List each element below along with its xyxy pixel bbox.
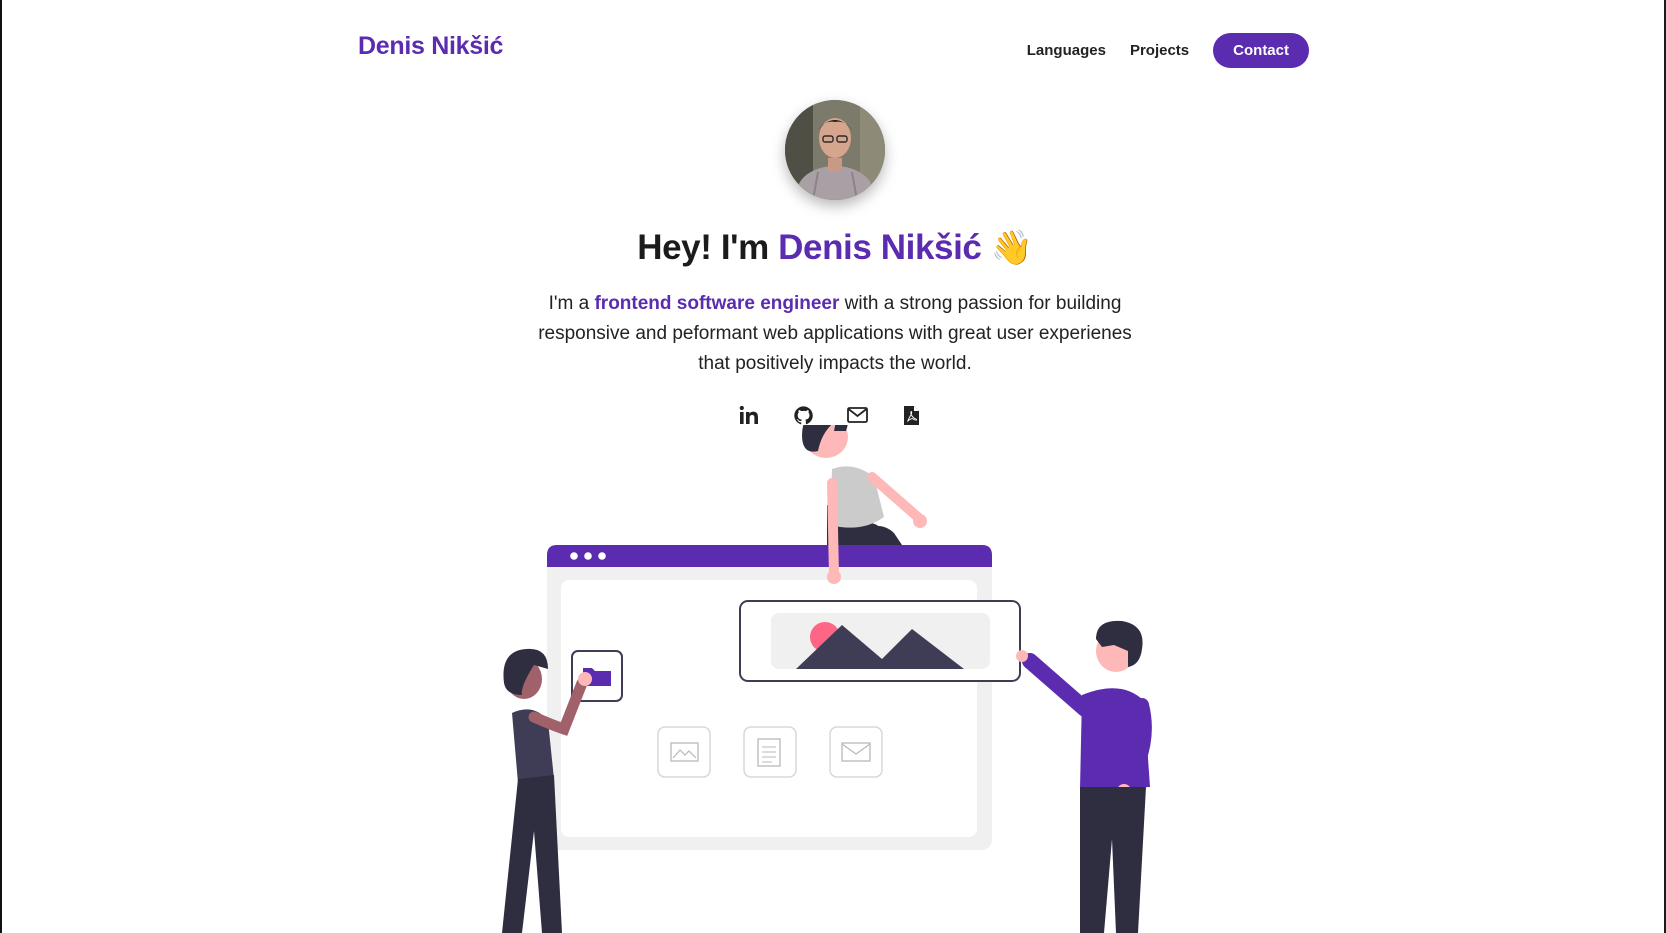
avatar-photo — [785, 100, 885, 200]
social-links — [738, 404, 922, 426]
hero-headline: Hey! I'm Denis Nikšić 👋 — [2, 228, 1666, 268]
wave-emoji: 👋 — [990, 229, 1033, 267]
email-icon[interactable] — [846, 404, 868, 426]
github-icon[interactable] — [792, 404, 814, 426]
bio-highlight: frontend software engineer — [594, 293, 840, 314]
contact-button[interactable]: Contact — [1213, 33, 1309, 68]
page: Denis Nikšić Languages Projects Contact … — [0, 0, 1666, 933]
hero-bio: I'm a frontend software engineer with a … — [535, 289, 1135, 379]
bio-prefix: I'm a — [548, 293, 590, 314]
hero-greeting: Hey! I'm — [637, 228, 769, 267]
brand-logo[interactable]: Denis Nikšić — [358, 32, 503, 61]
nav-link-projects[interactable]: Projects — [1130, 42, 1189, 59]
man-right-figure — [1016, 620, 1152, 933]
nav-link-languages[interactable]: Languages — [1027, 42, 1106, 59]
main-nav: Languages Projects Contact — [1027, 33, 1309, 68]
avatar — [785, 100, 885, 200]
hero-illustration — [502, 425, 1152, 933]
hero-name: Denis Nikšić — [778, 228, 982, 267]
pdf-icon[interactable] — [900, 404, 922, 426]
image-card-illustration — [739, 600, 1021, 682]
linkedin-icon[interactable] — [738, 404, 760, 426]
